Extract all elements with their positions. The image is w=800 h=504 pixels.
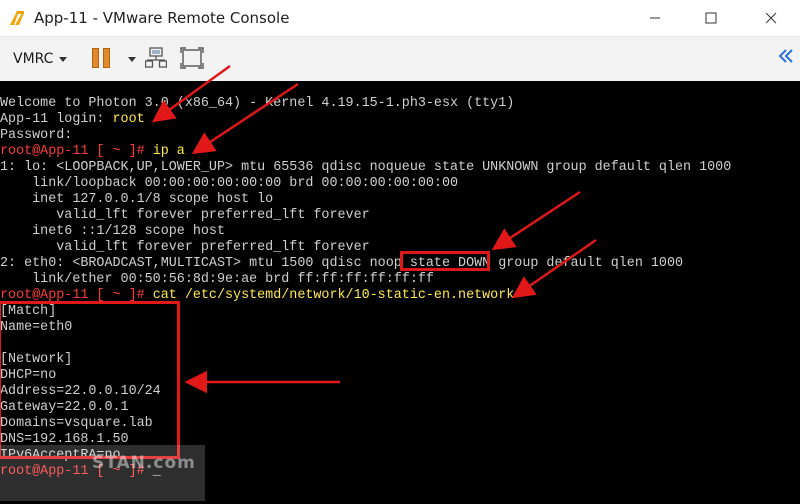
arrow-to-login [151, 64, 231, 123]
arrow-to-cat-command [511, 238, 597, 299]
annotation-arrows [151, 64, 597, 394]
arrow-to-state-down [491, 190, 581, 251]
arrow-to-ip-a [191, 82, 299, 155]
